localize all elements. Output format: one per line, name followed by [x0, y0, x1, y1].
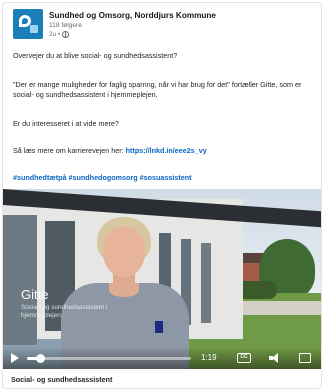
video-overlay-name: Gitte — [21, 287, 49, 302]
logo-accent — [30, 25, 38, 33]
closed-captions-icon[interactable]: CC — [237, 353, 251, 363]
post-text-question: Er du interesseret i at vide mere? — [13, 119, 119, 128]
volume-icon-cone — [272, 353, 278, 363]
post-time: 2u • — [49, 31, 70, 38]
video-player[interactable]: Gitte Social- og sundhedsassistent i hje… — [3, 189, 321, 369]
video-progress-knob[interactable] — [36, 354, 46, 363]
link-intro: Så læs mere om karrierevejen her: — [13, 146, 126, 155]
video-progress-bar[interactable] — [27, 354, 191, 363]
hashtag-links[interactable]: #sundhedtætpå #sundhedogomsorg #sosuassi… — [13, 173, 313, 183]
post-text-link-line: Så læs mere om karrierevejen her: https:… — [13, 146, 313, 156]
post-text-quote: "Der er mange muligheder for faglig spar… — [13, 80, 302, 99]
video-caption[interactable]: Social- og sundhedsassistent — [11, 375, 112, 384]
post-text-line-1: Overvejer du at blive social- og sundhed… — [13, 51, 178, 60]
video-lower-third: Gitte Social- og sundhedsassistent i hje… — [21, 287, 113, 320]
video-overlay-role: Social- og sundhedsassistent i hjemmeple… — [21, 304, 108, 319]
interviewee-collar — [109, 283, 139, 297]
post-card: Sundhed og Omsorg, Norddjurs Kommune 118… — [2, 2, 322, 389]
post-header: Sundhed og Omsorg, Norddjurs Kommune 118… — [11, 9, 313, 43]
organization-name[interactable]: Sundhed og Omsorg, Norddjurs Kommune — [49, 11, 216, 20]
follower-count: 118 følgere — [49, 22, 82, 29]
fullscreen-icon[interactable] — [299, 353, 311, 363]
interviewee-face — [103, 227, 145, 277]
uniform-pin — [155, 321, 163, 333]
globe-icon — [62, 31, 70, 38]
building-window — [3, 215, 37, 345]
video-time: 1:19 — [201, 353, 217, 362]
career-link[interactable]: https://lnkd.in/eee2s_vy — [126, 146, 207, 155]
building-window — [201, 243, 211, 323]
video-controls: 1:19 CC — [3, 347, 321, 369]
play-icon[interactable] — [11, 353, 19, 363]
post-time-label: 2u • — [49, 31, 61, 38]
organization-logo[interactable] — [13, 9, 43, 39]
volume-icon[interactable] — [269, 353, 281, 363]
